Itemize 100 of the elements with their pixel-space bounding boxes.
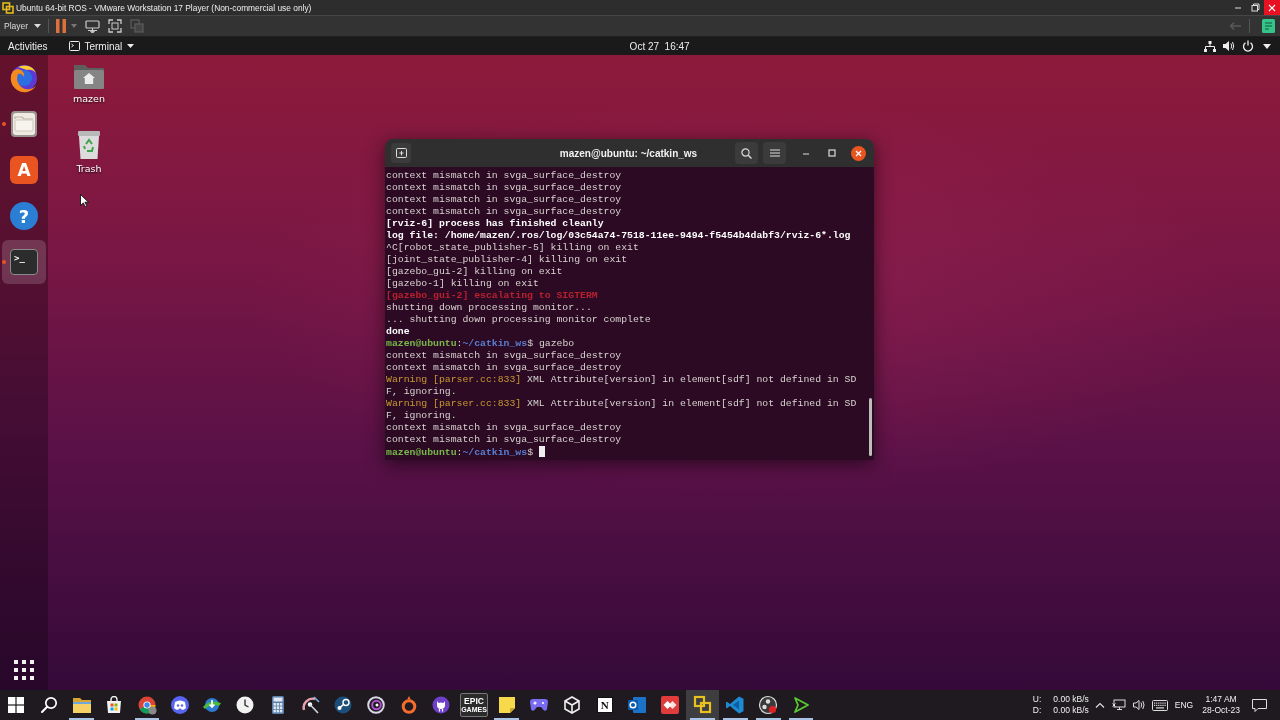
pause-icon[interactable] [56,19,67,33]
terminal-line: [gazebo_gui-2] escalating to SIGTERM [386,290,598,301]
clock-button[interactable]: Oct 27 16:47 [629,40,690,52]
caret-up-icon[interactable] [1094,702,1105,708]
menu-button[interactable] [763,142,786,164]
desktop-icon-label[interactable]: Trash [76,163,102,174]
terminal-line: ^C[robot_state_publisher-5] killing on exit [386,242,639,253]
terminal-line: context mismatch in svga_surface_destroy [386,434,622,445]
search-icon [741,147,752,159]
caret-down-icon[interactable] [1263,43,1271,49]
terminal-line: context mismatch in svga_surface_destroy [386,362,622,373]
sticky-note-icon [497,696,516,714]
ribbon-icon [725,695,746,715]
player-menu-button[interactable]: Player [4,21,42,31]
close-button[interactable] [851,145,866,161]
taskbar-button[interactable] [686,690,720,720]
trash-icon[interactable] [77,130,101,160]
notification-icon[interactable] [1252,698,1267,712]
new-tab-button[interactable] [391,143,411,163]
caret-down-icon [127,44,135,48]
dock-item[interactable]: ? [2,194,46,238]
play-arrow-icon [791,696,810,714]
terminal-line: mazen@ubuntu:~/catkin_ws$ gazebo [386,338,575,349]
search-icon [40,696,59,714]
taskbar-button[interactable]: N [588,690,622,720]
terminal-line: [rviz-6] process has finished cleanly [386,218,604,229]
diamond-tile-icon [661,696,680,714]
close-icon [1268,3,1276,12]
network-speed-value: 0.00 kB/s [1053,694,1089,705]
activities-button[interactable]: Activities [8,40,48,52]
menu-icon [769,149,780,157]
cube-icon [563,696,582,714]
squares-icon [692,695,713,715]
power-icon[interactable] [1242,40,1254,52]
color-wheel-icon [137,695,158,715]
terminal-line: [gazebo-1] killing on exit [386,278,539,289]
shopping-bag-icon [105,696,124,714]
piston-circle-icon [334,696,353,714]
volume-icon[interactable] [1132,699,1145,711]
network-icon[interactable] [1111,699,1126,711]
terminal-icon [69,41,81,51]
fullscreen-icon[interactable] [108,19,123,33]
terminal-line: context mismatch in svga_surface_destroy [386,182,622,193]
dock-item[interactable]: >_ [2,240,46,284]
terminal-line: [gazebo_gui-2] killing on exit [386,266,563,277]
app-grid-icon[interactable] [14,660,34,680]
gamepad-icon [529,697,550,713]
terminal-line: shutting down processing monitor... [386,302,592,313]
terminal-line: mazen@ubuntu:~/catkin_ws$ [386,447,534,458]
arrow-icon [1229,21,1242,31]
app-menu-button[interactable]: Terminal [69,40,135,52]
clock-icon [236,696,255,714]
terminal-line: Warning [parser.cc:833] XML Attribute[version] in element[sdf] not defined in SDF, ignoring. [386,398,857,421]
ring-icon [400,696,417,714]
mouse-pointer-icon [80,194,89,207]
terminal-line: context mismatch in svga_surface_destroy [386,206,622,217]
terminal-line: ... shutting down processing monitor complete [386,314,651,325]
folder-tile-icon [10,110,38,138]
home-folder-icon[interactable] [73,62,105,90]
app-logo-icon [2,1,14,14]
overlapping-squares-icon [130,19,145,33]
app-tile-icon: A [10,156,38,184]
controller-badge-icon [170,696,189,714]
terminal-line: context mismatch in svga_surface_destroy [386,170,622,181]
folder-icon [71,696,92,714]
terminal-line: context mismatch in svga_surface_destroy [386,422,622,433]
terminal-line: context mismatch in svga_surface_destroy [386,194,622,205]
round-emblem-icon [432,696,451,714]
logo-tile: N [596,697,613,713]
terminal-line: log file: /home/mazen/.ros/log/03c54a74-7518-11ee-9494-f5454b4dabf3/rviz-6*.log [386,230,851,241]
record-disc-icon [758,695,779,715]
network-icon[interactable] [1204,40,1216,52]
dock-item[interactable]: A [2,148,46,192]
help-icon: ? [10,202,38,230]
desktop-icon-label[interactable]: mazen [73,93,105,104]
clock-date[interactable]: 28-Oct-23 [1202,705,1240,716]
terminal-line: done [386,326,410,337]
plus-square-icon [395,148,407,158]
four-squares-icon [8,697,25,713]
monitor-arrow-icon[interactable] [85,19,101,33]
network-speed-value: 0.00 kB/s [1053,705,1089,716]
globe-icon [9,63,39,93]
terminal-line: Warning [parser.cc:833] XML Attribute[version] in element[sdf] not defined in SDF, ignoring. [386,374,857,397]
keyboard-icon[interactable] [1151,699,1168,711]
volume-icon[interactable] [1223,40,1235,52]
clock-time[interactable]: 1:47 AM [1205,694,1237,705]
swirl-icon [366,696,385,714]
search-button[interactable] [735,142,758,164]
scrollbar-thumb[interactable] [869,398,872,456]
ring-tile-icon [627,696,648,714]
caret-down-icon [34,24,42,28]
calculator-icon [270,696,285,714]
text-cursor-icon [538,446,545,457]
network-speed-label: D: [1032,705,1042,716]
network-speed-label: U: [1032,694,1042,705]
terminal-icon: >_ [10,249,38,275]
satellite-dish-icon [300,696,321,714]
window-title: mazen@ubuntu: ~/catkin_ws [559,147,698,159]
terminal-line: [joint_state_publisher-4] killing on exit [386,254,628,265]
language-button[interactable]: ENG [1174,700,1194,710]
